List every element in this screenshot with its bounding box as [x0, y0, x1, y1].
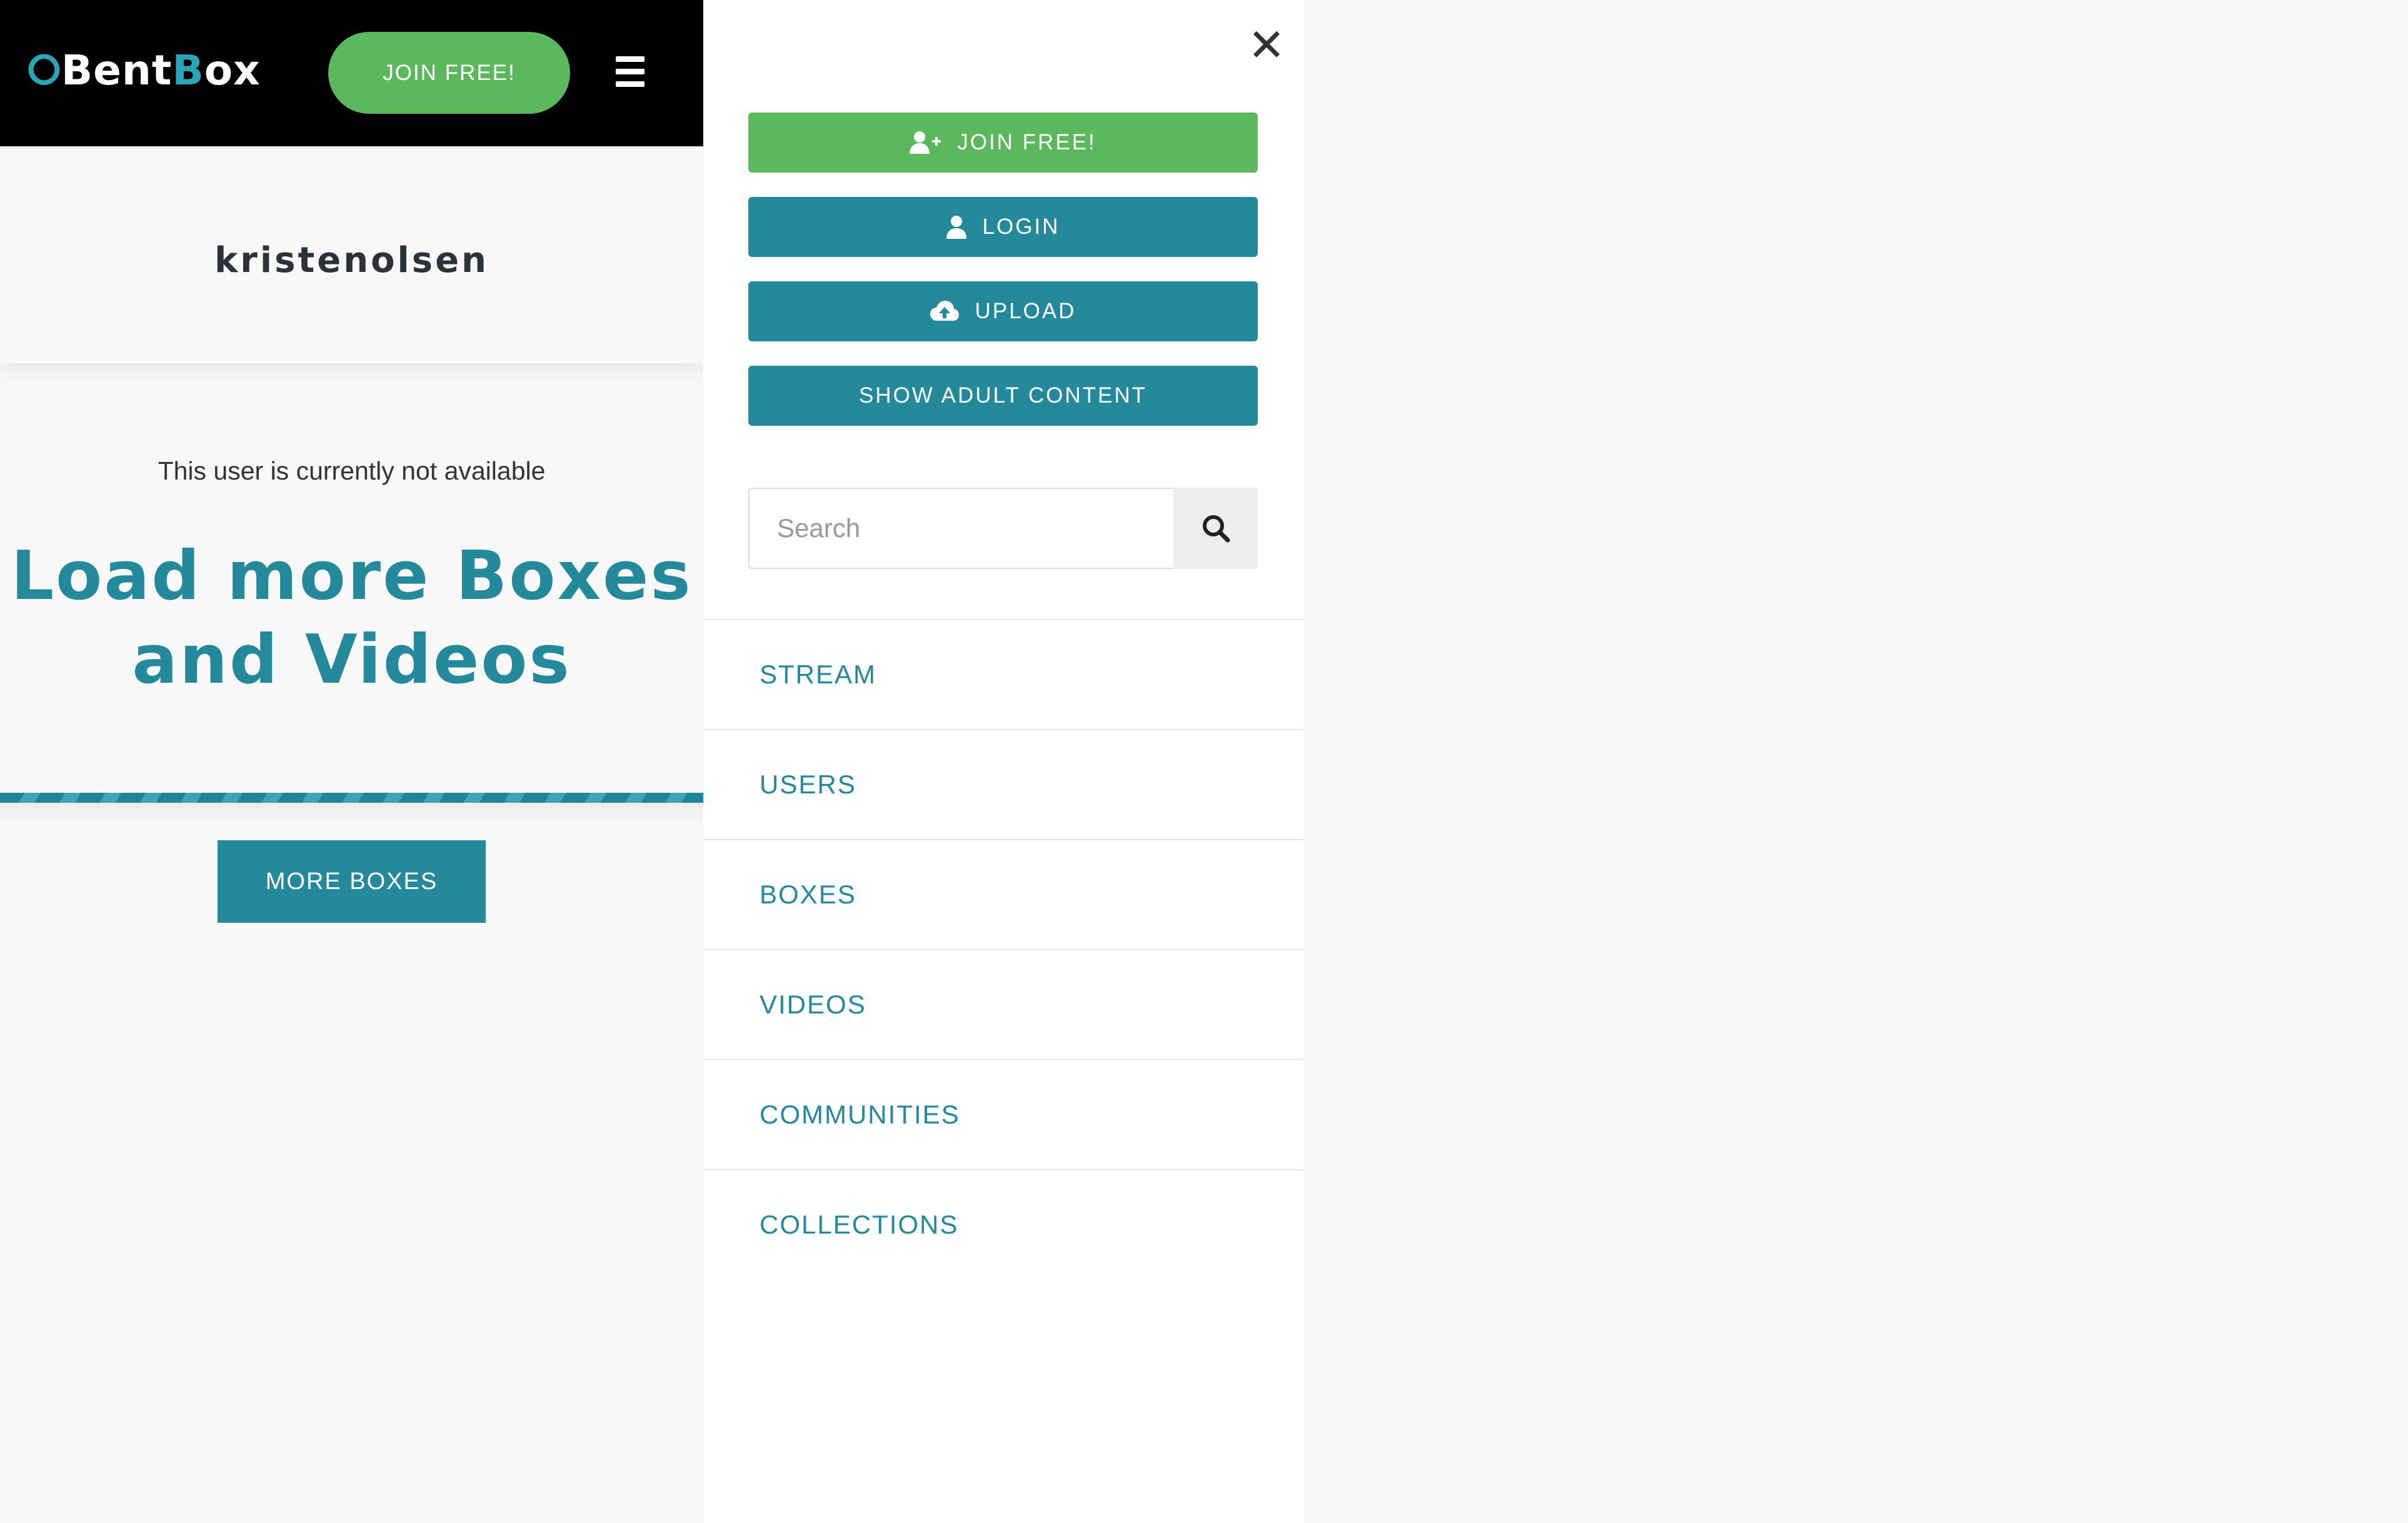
- logo-text-accent: B: [172, 46, 204, 94]
- menu-upload-label: UPLOAD: [975, 299, 1076, 323]
- search-form: [748, 488, 1258, 569]
- top-bar: ⭘ Bent B ox JOIN FREE!: [0, 0, 703, 146]
- nav-item-communities[interactable]: COMMUNITIES: [703, 1059, 1303, 1169]
- menu-login-label: LOGIN: [982, 214, 1060, 239]
- profile-header: kristenolsen: [0, 146, 703, 363]
- profile-username: kristenolsen: [214, 240, 489, 281]
- site-logo[interactable]: ⭘ Bent B ox: [28, 46, 261, 94]
- search-input[interactable]: [748, 488, 1173, 569]
- user-plus-icon: [910, 131, 941, 154]
- main-page: ⭘ Bent B ox JOIN FREE! kristenolsen This…: [0, 0, 703, 1523]
- side-menu-panel: ✕ JOIN FREE! LOGIN UPLOAD SHOW ADULT CON…: [703, 0, 1303, 1523]
- striped-divider: [0, 793, 703, 803]
- hamburger-line: [615, 69, 645, 74]
- divider-shadow: [0, 803, 703, 828]
- search-icon: [1202, 515, 1230, 543]
- hamburger-line: [615, 81, 645, 87]
- nav-item-videos[interactable]: VIDEOS: [703, 949, 1303, 1059]
- cloud-upload-icon: [930, 301, 959, 321]
- nav-item-boxes[interactable]: BOXES: [703, 839, 1303, 949]
- user-status-message: This user is currently not available: [158, 456, 546, 485]
- load-more-heading: Load more Boxes and Videos: [11, 537, 693, 699]
- show-adult-content-label: SHOW ADULT CONTENT: [858, 383, 1148, 408]
- show-adult-content-button[interactable]: SHOW ADULT CONTENT: [748, 366, 1258, 426]
- side-nav-list: STREAM USERS BOXES VIDEOS COMMUNITIES CO…: [703, 619, 1303, 1279]
- join-free-button[interactable]: JOIN FREE!: [328, 32, 570, 114]
- menu-join-free-label: JOIN FREE!: [957, 130, 1096, 154]
- hamburger-icon[interactable]: [584, 30, 675, 113]
- hamburger-line: [615, 56, 645, 62]
- menu-join-free-button[interactable]: JOIN FREE!: [748, 113, 1258, 173]
- nav-item-users[interactable]: USERS: [703, 729, 1303, 839]
- menu-login-button[interactable]: LOGIN: [748, 197, 1258, 257]
- search-button[interactable]: [1173, 488, 1258, 569]
- logo-mark: ⭘: [28, 45, 61, 94]
- logo-text-left: Bent: [61, 46, 173, 94]
- nav-item-collections[interactable]: COLLECTIONS: [703, 1169, 1303, 1279]
- more-boxes-button[interactable]: MORE BOXES: [218, 840, 486, 923]
- logo-text-right: ox: [204, 46, 261, 94]
- close-icon[interactable]: ✕: [1244, 23, 1289, 68]
- menu-upload-button[interactable]: UPLOAD: [748, 281, 1258, 341]
- user-icon: [946, 216, 966, 239]
- nav-item-stream[interactable]: STREAM: [703, 619, 1303, 729]
